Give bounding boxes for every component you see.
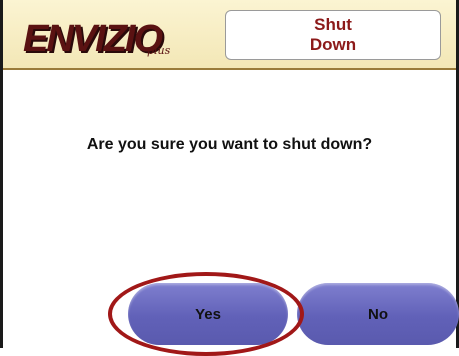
logo-wordmark: ENVIZIO bbox=[23, 18, 163, 60]
yes-button-label: Yes bbox=[195, 305, 221, 323]
envizio-logo: ENVIZIO plus bbox=[13, 14, 183, 60]
header-bar: ENVIZIO plus Shut Down bbox=[3, 0, 456, 70]
page-title-line-2: Down bbox=[309, 35, 357, 54]
logo-suffix: plus bbox=[147, 44, 171, 57]
no-button[interactable]: No bbox=[297, 283, 459, 345]
no-button-label: No bbox=[368, 305, 388, 323]
confirm-prompt: Are you sure you want to shut down? bbox=[86, 136, 373, 153]
page-title: Shut Down bbox=[225, 10, 441, 60]
page-title-line-1: Shut bbox=[314, 15, 352, 34]
yes-button[interactable]: Yes bbox=[128, 283, 288, 345]
